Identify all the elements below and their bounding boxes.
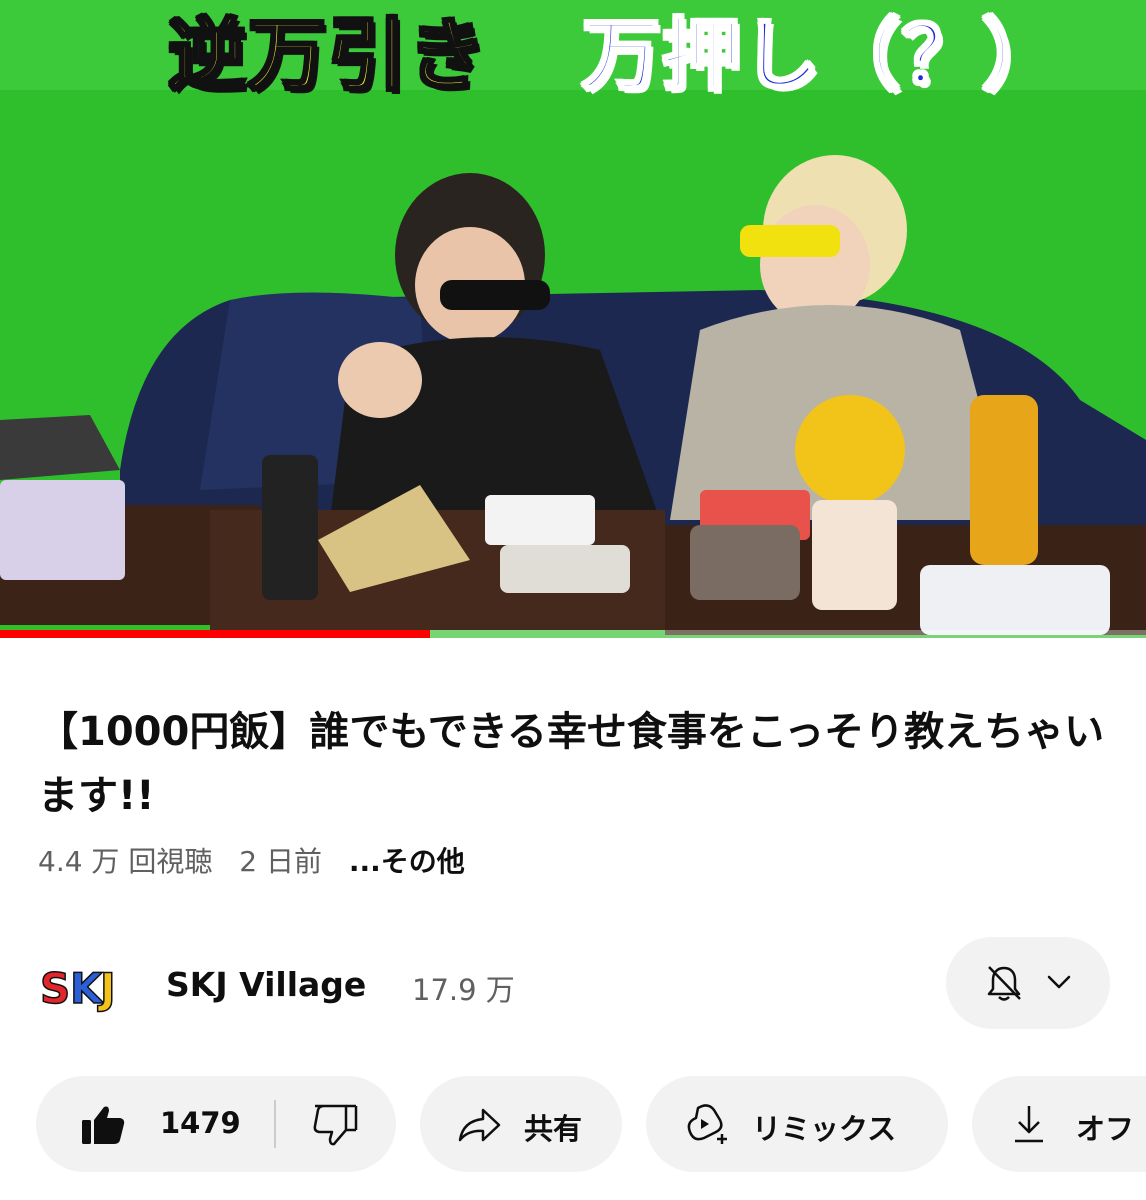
channel-name[interactable]: SKJ Village [166,965,366,1004]
share-button[interactable]: 共有 [420,1076,622,1172]
like-divider [274,1100,276,1148]
caption-left: 逆万引き [166,10,489,103]
offline-label: オフ [1076,1112,1135,1146]
upload-age: 2 日前 [239,845,322,878]
offline-button[interactable]: オフ [972,1076,1146,1172]
chevron-down-icon [1047,975,1071,989]
action-row: 1479 共有 リミックス オフ [0,1076,1146,1172]
subscriber-count: 17.9 万 [412,973,515,1007]
like-count[interactable]: 1479 [160,1106,241,1140]
remix-button[interactable]: リミックス [646,1076,948,1172]
progress-fill[interactable] [0,630,430,638]
svg-text:J: J [97,964,116,1013]
subscribed-button[interactable] [946,937,1110,1029]
video-player[interactable]: 逆万引き 万押し（？） [0,0,1146,638]
video-title[interactable]: 【1000円飯】誰でもできる幸せ食事をこっそり教えちゃいます!! [38,700,1108,828]
view-count: 4.4 万 回視聴 [38,845,213,878]
share-icon [458,1108,501,1142]
channel-avatar[interactable]: S K J [38,957,130,1014]
like-dislike-pill: 1479 [36,1076,396,1172]
svg-text:K: K [70,964,104,1013]
remix-label: リミックス [752,1112,897,1146]
svg-text:S: S [40,964,70,1013]
channel-row: S K J SKJ Village 17.9 万 [38,937,1118,1029]
download-icon [1015,1106,1043,1143]
video-meta[interactable]: 4.4 万 回視聴 2 日前 ...その他 [38,840,483,880]
thumbs-down-icon[interactable] [312,1104,358,1146]
thumbs-up-icon[interactable] [80,1104,126,1146]
bell-off-icon [987,966,1021,1001]
more-link[interactable]: ...その他 [349,845,465,878]
channel-logo: S K J [39,963,116,1014]
caption-right: 万押し（？） [580,10,1063,103]
share-label: 共有 [524,1112,583,1146]
remix-icon [687,1104,727,1144]
